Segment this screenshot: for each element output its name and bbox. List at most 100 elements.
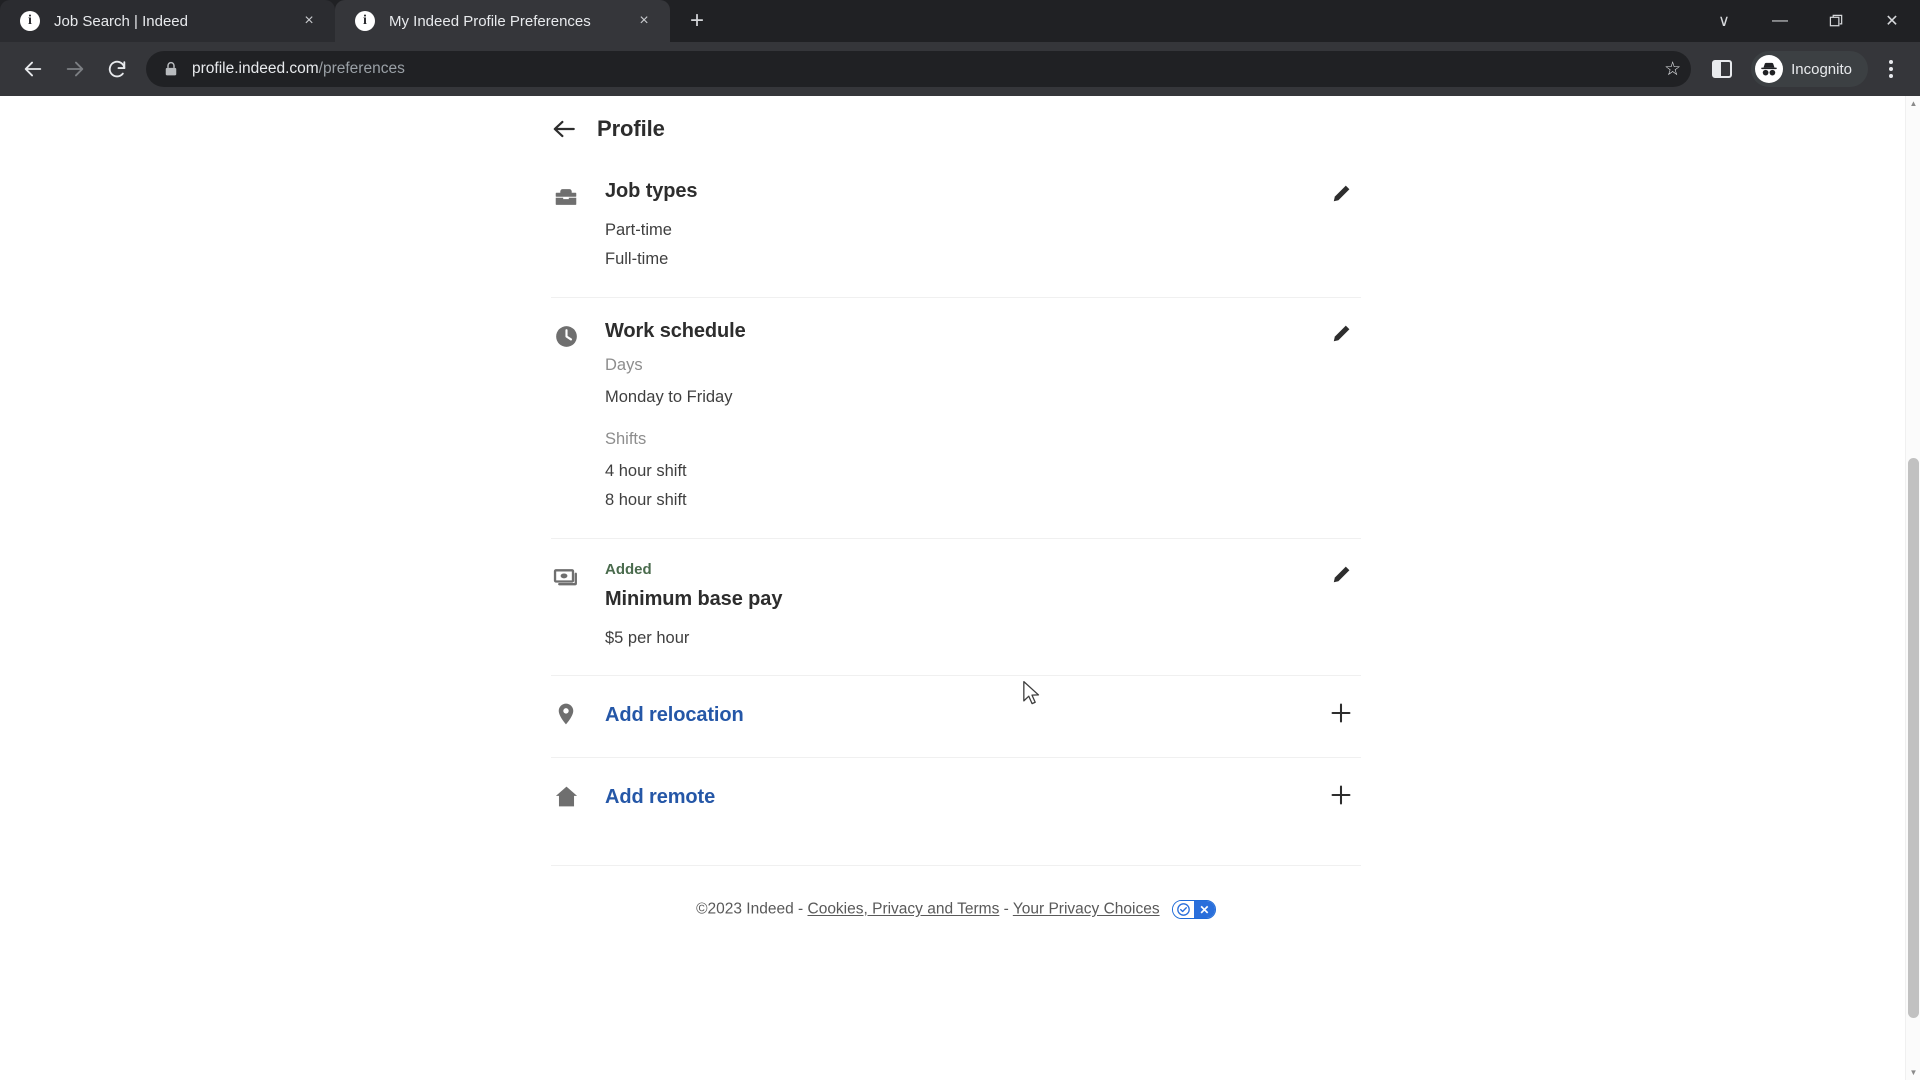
toolbox-glyph <box>555 189 577 205</box>
url-path: /preferences <box>318 60 405 77</box>
maximize-icon[interactable] <box>1808 0 1864 42</box>
info-icon: i <box>20 11 40 31</box>
back-arrow-icon[interactable] <box>551 116 577 142</box>
plus-icon <box>1331 703 1351 723</box>
privacy-check-half <box>1172 901 1194 919</box>
toolbar-right-actions: Incognito <box>1701 48 1908 90</box>
home-glyph <box>555 786 577 807</box>
page-scrollbar[interactable]: ▲ ▼ <box>1905 96 1920 1080</box>
edit-work-schedule-button[interactable] <box>1321 320 1361 346</box>
browser-tab-job-search[interactable]: i Job Search | Indeed × <box>0 0 335 42</box>
add-remote-link[interactable]: Add remote <box>605 780 1321 817</box>
tab-search-chevron-down-icon[interactable]: ∨ <box>1696 0 1752 42</box>
scrollbar-thumb[interactable] <box>1908 458 1919 1018</box>
money-glyph <box>553 568 577 586</box>
page-footer: ©2023 Indeed - Cookies, Privacy and Term… <box>551 865 1361 920</box>
side-panel-icon <box>1712 60 1733 78</box>
privacy-x-half: ✕ <box>1193 901 1215 919</box>
section-value: Full-time <box>605 250 669 269</box>
reload-button[interactable] <box>96 48 138 90</box>
page-title: Profile <box>597 116 665 141</box>
toolbox-icon <box>551 180 581 211</box>
edit-minimum-base-pay-button[interactable] <box>1321 561 1361 587</box>
cookies-privacy-terms-link[interactable]: Cookies, Privacy and Terms <box>808 901 1000 918</box>
section-body: Work schedule Days Monday to Friday Shif… <box>605 320 1321 516</box>
money-icon <box>551 561 581 592</box>
map-pin-icon <box>551 698 581 727</box>
section-add-relocation[interactable]: Add relocation <box>551 675 1361 757</box>
forward-arrow-icon <box>66 61 84 77</box>
your-privacy-choices-link[interactable]: Your Privacy Choices <box>1013 901 1160 918</box>
omnibox-actions: ☆ <box>1664 51 1681 87</box>
tab-title: My Indeed Profile Preferences <box>389 12 591 30</box>
value-group-shifts: Shifts 4 hour shift 8 hour shift <box>605 430 1321 516</box>
section-value: Monday to Friday <box>605 387 733 406</box>
clock-glyph <box>555 325 577 347</box>
privacy-choices-icon[interactable]: ✕ <box>1171 900 1216 920</box>
group-label: Shifts <box>605 430 647 449</box>
address-bar[interactable]: profile.indeed.com/preferences ☆ <box>146 51 1692 87</box>
footer-separator: - <box>1003 900 1009 918</box>
minimize-icon[interactable]: — <box>1752 0 1808 42</box>
section-title: Minimum base pay <box>605 587 783 610</box>
back-button[interactable] <box>12 48 54 90</box>
section-job-types: Job types Part-time Full-time <box>551 168 1361 297</box>
page-viewport: Profile Job types Part-time Full-time Wo… <box>0 96 1920 1080</box>
tab-title: Job Search | Indeed <box>54 12 188 30</box>
edit-job-types-button[interactable] <box>1321 180 1361 206</box>
incognito-icon <box>1755 55 1784 83</box>
section-value: Part-time <box>605 221 672 239</box>
reload-icon <box>108 60 126 78</box>
value-group: $5 per hour <box>605 624 1321 653</box>
preferences-content: Profile Job types Part-time Full-time Wo… <box>551 116 1361 839</box>
section-minimum-base-pay: Added Minimum base pay $5 per hour <box>551 537 1361 675</box>
incognito-label: Incognito <box>1791 60 1852 78</box>
maximize-glyph <box>1829 14 1842 26</box>
status-badge: Added <box>605 560 652 578</box>
url-domain: profile.indeed.com <box>192 60 319 77</box>
section-add-remote[interactable]: Add remote <box>551 757 1361 839</box>
forward-button[interactable] <box>54 48 96 90</box>
section-title: Job types <box>605 180 698 202</box>
kebab-menu-icon[interactable] <box>1874 49 1908 89</box>
add-relocation-link[interactable]: Add relocation <box>605 698 1321 735</box>
side-panel-button[interactable] <box>1701 48 1743 90</box>
pencil-icon <box>1333 566 1350 582</box>
scroll-down-arrow-icon[interactable]: ▼ <box>1906 1065 1920 1080</box>
browser-toolbar: profile.indeed.com/preferences ☆ Incogni… <box>0 42 1920 96</box>
lock-icon <box>165 61 177 76</box>
section-body: Add relocation <box>605 698 1321 735</box>
map-pin-glyph <box>558 703 574 725</box>
back-arrow-icon <box>24 61 42 77</box>
url-text: profile.indeed.com/preferences <box>192 60 405 78</box>
section-body: Added Minimum base pay $5 per hour <box>605 561 1321 653</box>
section-body: Job types Part-time Full-time <box>605 180 1321 275</box>
browser-window: i Job Search | Indeed × i My Indeed Prof… <box>0 0 1920 1080</box>
tab-strip: i Job Search | Indeed × i My Indeed Prof… <box>0 0 1920 42</box>
info-icon: i <box>355 11 375 31</box>
scroll-up-arrow-icon[interactable]: ▲ <box>1906 96 1920 111</box>
incognito-glyph <box>1761 62 1777 76</box>
browser-tab-profile-preferences[interactable]: i My Indeed Profile Preferences × <box>335 0 670 42</box>
new-tab-button[interactable]: + <box>680 4 714 38</box>
page-header: Profile <box>551 116 1361 142</box>
pencil-icon <box>1333 325 1350 341</box>
home-icon <box>551 780 581 810</box>
copyright-text: ©2023 Indeed - <box>696 900 804 918</box>
back-arrow-glyph <box>553 120 575 138</box>
pencil-icon <box>1333 185 1350 202</box>
tab-close-button[interactable]: × <box>297 9 321 33</box>
section-value: $5 per hour <box>605 628 690 647</box>
profile-preferences-page: Profile Job types Part-time Full-time Wo… <box>0 96 1905 920</box>
clock-icon <box>551 320 581 350</box>
tab-close-button[interactable]: × <box>632 9 656 33</box>
close-window-icon[interactable]: ✕ <box>1864 0 1920 42</box>
section-body: Add remote <box>605 780 1321 817</box>
incognito-indicator[interactable]: Incognito <box>1751 51 1868 87</box>
add-relocation-button[interactable] <box>1321 698 1361 726</box>
add-remote-button[interactable] <box>1321 780 1361 808</box>
group-label: Days <box>605 355 643 374</box>
check-circle-icon <box>1177 903 1190 916</box>
section-value: 8 hour shift <box>605 491 687 510</box>
bookmark-star-icon[interactable]: ☆ <box>1664 58 1681 81</box>
